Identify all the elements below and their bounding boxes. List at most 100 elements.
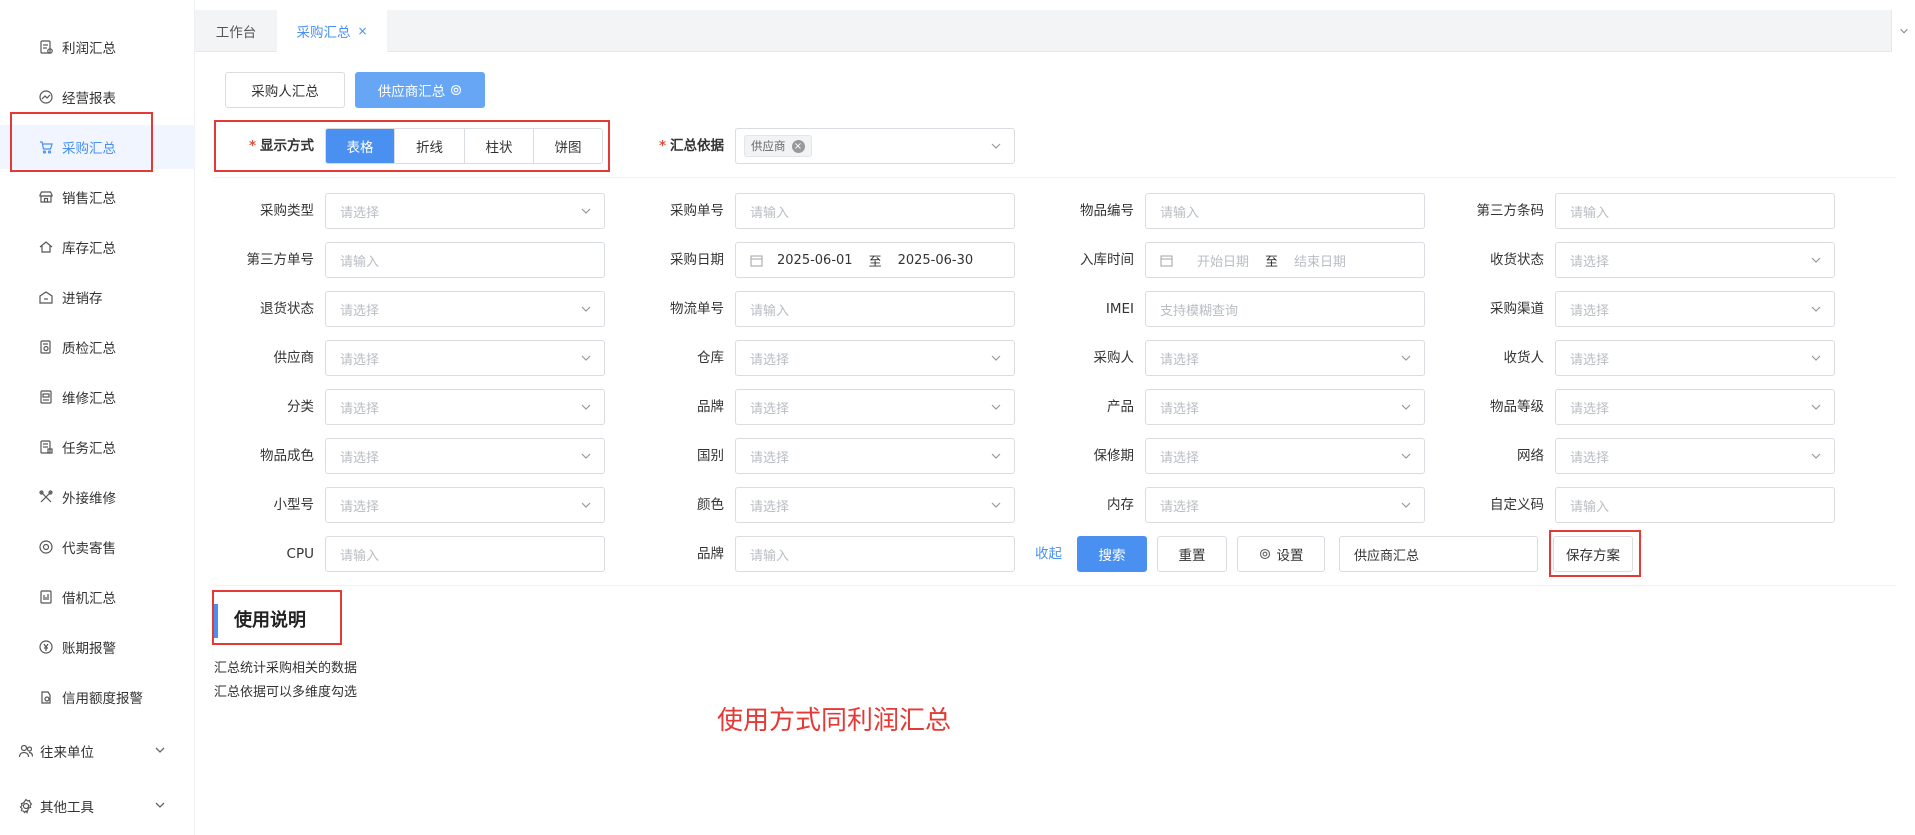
sidebar-item-payment-alert[interactable]: 账期报警	[0, 625, 195, 669]
sidebar-item-label: 账期报警	[62, 641, 116, 657]
sidebar-item-credit-alert[interactable]: 信用额度报警	[0, 675, 195, 719]
network-select[interactable]: 请选择	[1555, 438, 1835, 474]
return-status-select[interactable]: 请选择	[325, 291, 605, 327]
condition-select[interactable]: 请选择	[325, 438, 605, 474]
warehouse-icon	[38, 289, 54, 305]
sidebar-item-business-report[interactable]: 经营报表	[0, 75, 195, 119]
receiver-label: 收货人	[1503, 350, 1545, 366]
buyer-select[interactable]: 请选择	[1145, 340, 1425, 376]
receive-status-select[interactable]: 请选择	[1555, 242, 1835, 278]
display-option-pie[interactable]: 饼图	[534, 129, 602, 163]
brand-select[interactable]: 请选择	[735, 389, 1015, 425]
date-separator: 至	[1265, 254, 1279, 270]
imei-label: IMEI	[1105, 301, 1134, 317]
sidebar-group-label: 往来单位	[40, 745, 94, 761]
brand2-label: 品牌	[697, 546, 724, 562]
sidebar-item-repair-summary[interactable]: 维修汇总	[0, 375, 195, 419]
cpu-input[interactable]: 请输入	[325, 536, 605, 572]
display-option-bar[interactable]: 柱状	[465, 129, 534, 163]
item-no-label: 物品编号	[1080, 203, 1134, 219]
buyer-summary-button[interactable]: 采购人汇总	[225, 72, 345, 108]
divider	[214, 177, 1896, 178]
sidebar-item-label: 利润汇总	[62, 41, 116, 57]
sidebar-group-contacts[interactable]: 往来单位	[0, 729, 195, 773]
brand-label: 品牌	[697, 399, 724, 415]
channel-select[interactable]: 请选择	[1555, 291, 1835, 327]
network-label: 网络	[1517, 448, 1544, 464]
sidebar-item-external-repair[interactable]: 外接维修	[0, 475, 195, 519]
sidebar-item-profit[interactable]: 利润汇总	[0, 25, 195, 69]
save-scheme-button[interactable]: 保存方案	[1553, 536, 1633, 572]
settings-button[interactable]: 设置	[1237, 536, 1325, 572]
close-icon[interactable]: ×	[357, 24, 367, 38]
third-barcode-input[interactable]: 请输入	[1555, 193, 1835, 229]
date-end: 结束日期	[1294, 254, 1347, 270]
cpu-label: CPU	[286, 546, 314, 562]
tab-label: 采购汇总	[296, 25, 351, 41]
warranty-select[interactable]: 请选择	[1145, 438, 1425, 474]
reset-button[interactable]: 重置	[1157, 536, 1227, 572]
custom-code-input[interactable]: 请输入	[1555, 487, 1835, 523]
sidebar-item-qc-summary[interactable]: 质检汇总	[0, 325, 195, 369]
grade-select[interactable]: 请选择	[1555, 389, 1835, 425]
collapse-link[interactable]: 收起	[1035, 536, 1062, 572]
summary-basis-select[interactable]: 供应商 ×	[735, 128, 1015, 164]
cart-icon	[38, 139, 54, 155]
color-select[interactable]: 请选择	[735, 487, 1015, 523]
third-order-input[interactable]: 请输入	[325, 242, 605, 278]
inbound-time-range[interactable]: 开始日期 至 结束日期	[1145, 242, 1425, 278]
brand2-input[interactable]: 请输入	[735, 536, 1015, 572]
sidebar-item-stock-flow[interactable]: 进销存	[0, 275, 195, 319]
sidebar: 利润汇总 经营报表 采购汇总 销售汇总 库存汇总 进销存 质检汇总 维修汇总 任…	[0, 0, 195, 835]
chevron-down-icon	[153, 798, 167, 812]
supplier-summary-button[interactable]: 供应商汇总	[355, 72, 485, 108]
grade-label: 物品等级	[1490, 399, 1544, 415]
tab-bar: 工作台 采购汇总 ×	[195, 10, 1915, 52]
display-option-table[interactable]: 表格	[326, 129, 395, 163]
chevron-down-icon	[580, 352, 592, 364]
display-mode-segmented: 表格 折线 柱状 饼图	[325, 128, 603, 164]
third-barcode-label: 第三方条码	[1476, 203, 1545, 219]
receiver-select[interactable]: 请选择	[1555, 340, 1835, 376]
product-select[interactable]: 请选择	[1145, 389, 1425, 425]
item-no-input[interactable]: 请输入	[1145, 193, 1425, 229]
logistics-no-input[interactable]: 请输入	[735, 291, 1015, 327]
memory-select[interactable]: 请选择	[1145, 487, 1425, 523]
sidebar-item-inventory-summary[interactable]: 库存汇总	[0, 225, 195, 269]
sidebar-item-sales-summary[interactable]: 销售汇总	[0, 175, 195, 219]
tab-workbench[interactable]: 工作台	[195, 10, 277, 52]
sidebar-item-loan-summary[interactable]: 借机汇总	[0, 575, 195, 619]
model-label: 小型号	[273, 497, 315, 513]
supplier-label: 供应商	[273, 350, 315, 366]
purchase-type-select[interactable]: 请选择	[325, 193, 605, 229]
buyer-label: 采购人	[1093, 350, 1135, 366]
country-select[interactable]: 请选择	[735, 438, 1015, 474]
calendar-icon	[750, 254, 763, 267]
imei-input[interactable]: 支持模糊查询	[1145, 291, 1425, 327]
model-select[interactable]: 请选择	[325, 487, 605, 523]
custom-code-label: 自定义码	[1490, 497, 1544, 513]
sidebar-item-consignment[interactable]: 代卖寄售	[0, 525, 195, 569]
button-label: 设置	[1276, 548, 1304, 564]
warehouse-select[interactable]: 请选择	[735, 340, 1015, 376]
chevron-down-icon[interactable]	[1891, 10, 1915, 52]
sidebar-item-label: 代卖寄售	[62, 541, 116, 557]
logistics-no-label: 物流单号	[670, 301, 724, 317]
home-icon	[38, 239, 54, 255]
display-option-line[interactable]: 折线	[395, 129, 465, 163]
scheme-input[interactable]: 供应商汇总	[1339, 536, 1538, 572]
supplier-select[interactable]: 请选择	[325, 340, 605, 376]
category-select[interactable]: 请选择	[325, 389, 605, 425]
purchase-no-input[interactable]: 请输入	[735, 193, 1015, 229]
search-button[interactable]: 搜索	[1077, 536, 1147, 572]
date-start: 2025-06-01	[777, 252, 853, 268]
sidebar-item-task-summary[interactable]: 任务汇总	[0, 425, 195, 469]
sidebar-item-purchase-summary[interactable]: 采购汇总	[0, 125, 195, 169]
chevron-down-icon	[1400, 450, 1412, 462]
chevron-down-icon	[1400, 499, 1412, 511]
remove-tag-icon[interactable]: ×	[791, 139, 805, 153]
sidebar-group-other-tools[interactable]: 其他工具	[0, 784, 195, 828]
chevron-down-icon	[580, 303, 592, 315]
purchase-date-range[interactable]: 2025-06-01 至 2025-06-30	[735, 242, 1015, 278]
tab-purchase-summary[interactable]: 采购汇总 ×	[277, 10, 387, 52]
